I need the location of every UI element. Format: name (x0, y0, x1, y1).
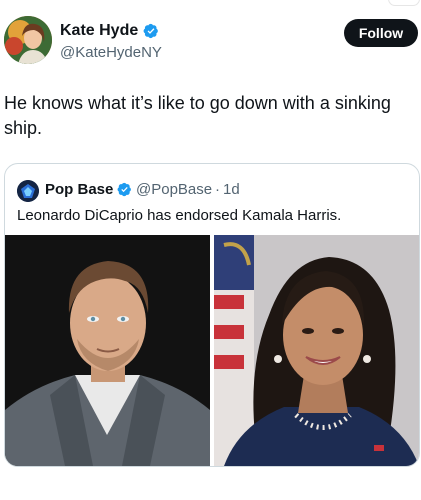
partial-button-edge (388, 0, 420, 6)
man-portrait-photo[interactable] (5, 235, 210, 466)
quote-display-name[interactable]: Pop Base (45, 181, 113, 199)
display-name[interactable]: Kate Hyde (60, 22, 138, 40)
quote-separator: · (215, 181, 220, 198)
post: Kate Hyde @KateHydeNY Follow He knows wh… (0, 0, 421, 500)
avatar[interactable] (4, 16, 52, 64)
quoted-tweet-card[interactable]: Pop Base @PopBase · 1d Leonardo DiCaprio… (4, 163, 420, 467)
follow-button[interactable]: Follow (344, 19, 418, 47)
tweet-text: He knows what it’s like to go down with … (4, 93, 391, 138)
handle[interactable]: @KateHydeNY (60, 44, 162, 62)
quote-avatar[interactable] (17, 180, 39, 202)
woman-portrait-photo[interactable] (214, 235, 419, 466)
quote-text: Leonardo DiCaprio has endorsed Kamala Ha… (17, 207, 342, 224)
quote-timestamp[interactable]: 1d (223, 181, 240, 199)
verified-badge-icon (143, 23, 158, 39)
quote-handle[interactable]: @PopBase (136, 181, 212, 199)
verified-badge-icon (117, 182, 131, 197)
